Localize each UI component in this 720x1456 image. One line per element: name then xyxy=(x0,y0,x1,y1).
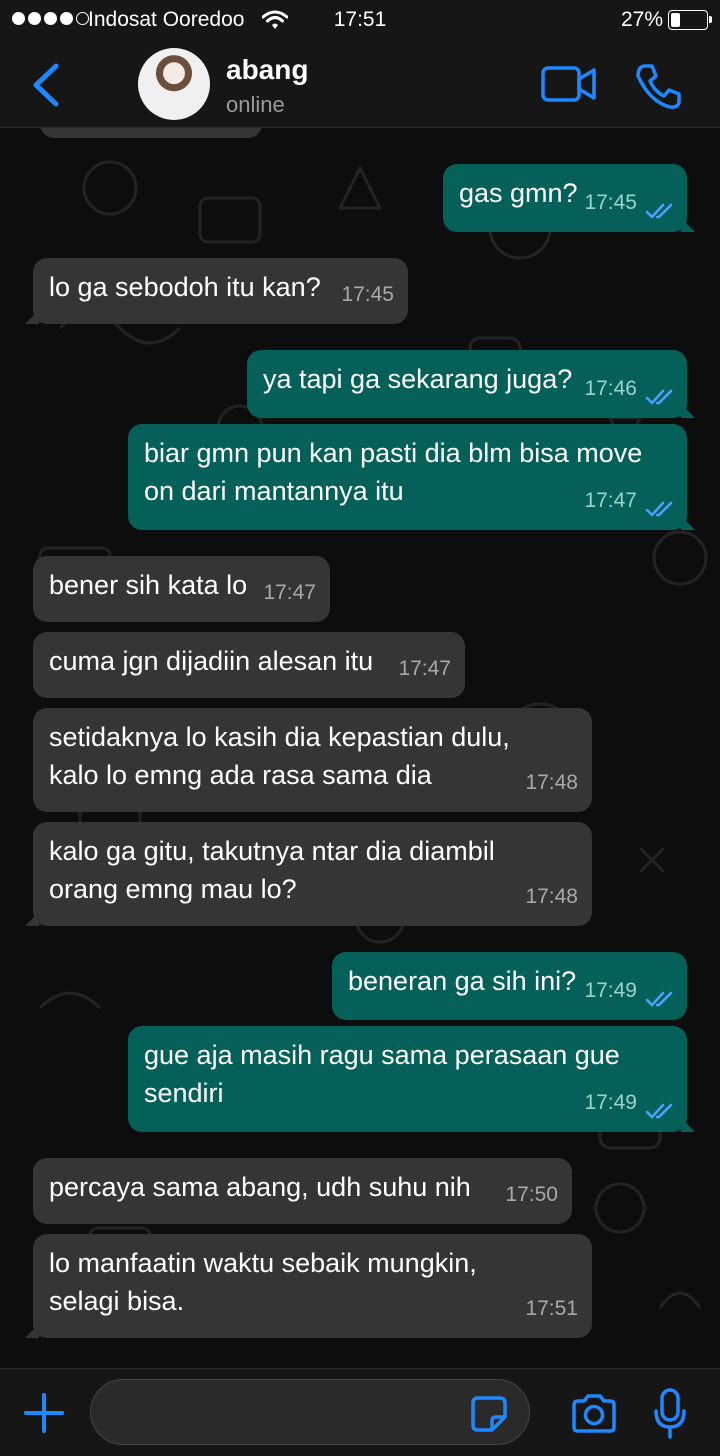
message-incoming[interactable]: bener sih kata lo 17:47 xyxy=(33,556,330,622)
message-outgoing[interactable]: gue aja masih ragu sama perasaan gue sen… xyxy=(128,1026,695,1132)
message-text: cuma jgn dijadiin alesan itu xyxy=(49,646,374,676)
message-text: percaya sama abang, udh suhu nih xyxy=(49,1172,471,1202)
message-time: 17:51 xyxy=(525,1297,578,1320)
status-bar: Indosat Ooredoo 17:51 27% xyxy=(0,0,720,40)
message-text: lo ga sebodoh itu kan? xyxy=(49,272,321,302)
message-time: 17:46 xyxy=(584,377,637,400)
message-text: setidaknya lo kasih dia kepastian dulu, … xyxy=(49,722,510,790)
mic-icon[interactable] xyxy=(652,1387,688,1441)
contact-name[interactable]: abang xyxy=(226,54,308,86)
message-time: 17:47 xyxy=(584,489,637,512)
message-incoming[interactable]: cuma jgn dijadiin alesan itu 17:47 xyxy=(33,632,465,698)
read-receipt-icon xyxy=(645,501,673,517)
message-incoming[interactable]: lo manfaatin waktu sebaik mungkin, selag… xyxy=(25,1234,592,1338)
message-text: kalo ga gitu, takutnya ntar dia diambil … xyxy=(49,836,495,904)
message-text: bener sih kata lo xyxy=(49,570,248,600)
previous-message-fragment xyxy=(40,128,262,138)
message-outgoing[interactable]: gas gmn? 17:45 xyxy=(443,164,695,232)
back-icon[interactable] xyxy=(26,60,66,110)
message-time: 17:49 xyxy=(584,1091,637,1114)
message-time: 17:45 xyxy=(584,191,637,214)
message-incoming[interactable]: percaya sama abang, udh suhu nih 17:50 xyxy=(33,1158,572,1224)
contact-status: online xyxy=(226,92,285,117)
message-time: 17:48 xyxy=(525,771,578,794)
message-time: 17:47 xyxy=(263,581,316,604)
message-text: gas gmn? xyxy=(459,178,578,208)
message-incoming[interactable]: setidaknya lo kasih dia kepastian dulu, … xyxy=(33,708,592,812)
camera-icon[interactable] xyxy=(570,1393,618,1435)
read-receipt-icon xyxy=(645,991,673,1007)
message-time: 17:47 xyxy=(398,657,451,680)
composer-bar xyxy=(0,1368,720,1456)
avatar[interactable] xyxy=(138,48,210,120)
battery-percentage: 27% xyxy=(620,8,663,31)
plus-icon[interactable] xyxy=(22,1391,66,1435)
battery-icon xyxy=(668,10,712,30)
message-time: 17:49 xyxy=(584,979,637,1002)
message-input[interactable] xyxy=(90,1379,530,1445)
video-call-icon[interactable] xyxy=(540,64,598,104)
message-outgoing[interactable]: beneran ga sih ini? 17:49 xyxy=(332,952,687,1020)
message-outgoing[interactable]: biar gmn pun kan pasti dia blm bisa move… xyxy=(128,424,695,530)
read-receipt-icon xyxy=(645,1103,673,1119)
message-time: 17:45 xyxy=(341,283,394,306)
clock: 17:51 xyxy=(333,8,387,31)
message-text: gue aja masih ragu sama perasaan gue sen… xyxy=(144,1040,620,1108)
message-time: 17:50 xyxy=(505,1183,558,1206)
message-outgoing[interactable]: ya tapi ga sekarang juga? 17:46 xyxy=(247,350,695,418)
message-text: lo manfaatin waktu sebaik mungkin, selag… xyxy=(49,1248,477,1316)
message-incoming[interactable]: lo ga sebodoh itu kan? 17:45 xyxy=(25,258,408,324)
message-text: ya tapi ga sekarang juga? xyxy=(263,364,573,394)
message-time: 17:48 xyxy=(525,885,578,908)
read-receipt-icon xyxy=(645,203,673,219)
voice-call-icon[interactable] xyxy=(634,62,682,110)
message-text: beneran ga sih ini? xyxy=(348,966,577,996)
read-receipt-icon xyxy=(645,389,673,405)
sticker-icon[interactable] xyxy=(470,1395,508,1433)
chat-header: abang online xyxy=(0,40,720,128)
message-incoming[interactable]: kalo ga gitu, takutnya ntar dia diambil … xyxy=(25,822,592,926)
message-list[interactable]: gas gmn? 17:45 lo ga sebodoh itu kan? 17… xyxy=(0,128,720,1368)
